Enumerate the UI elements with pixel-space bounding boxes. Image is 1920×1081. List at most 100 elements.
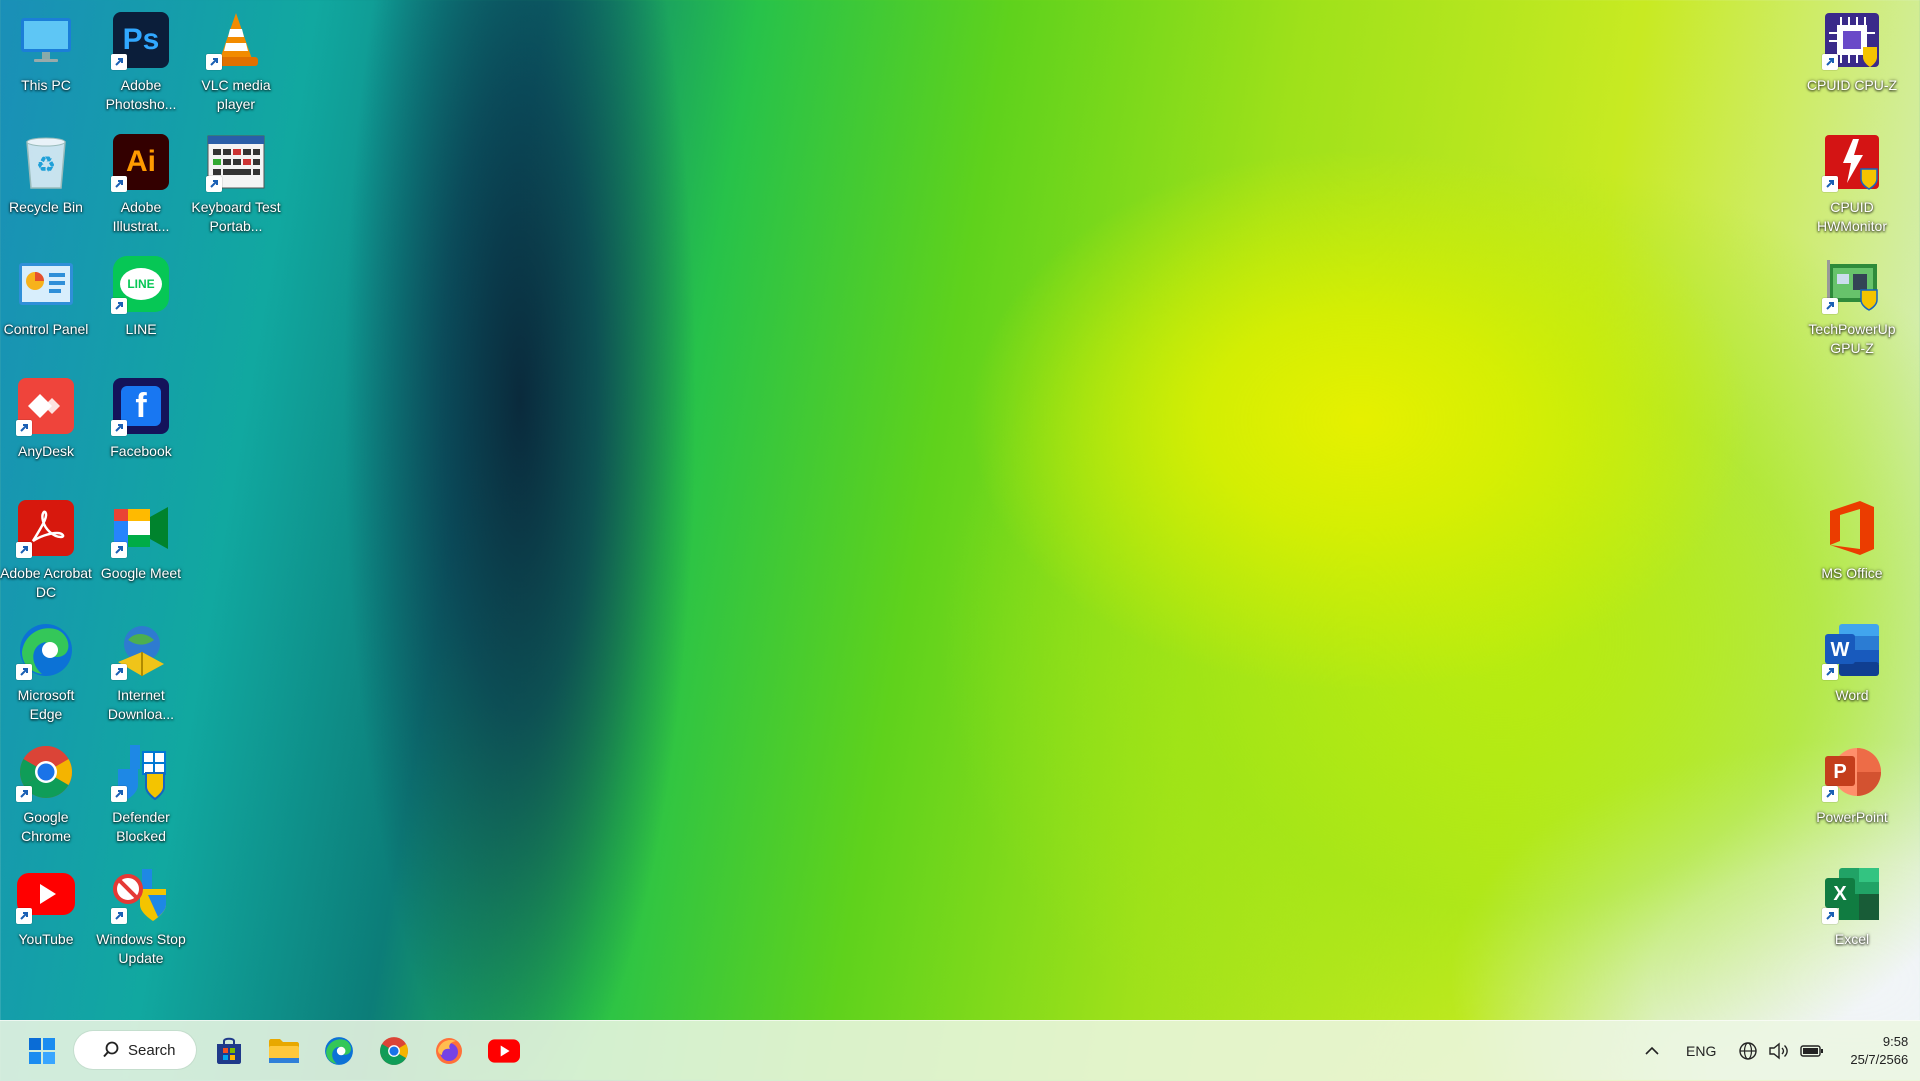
desktop-icon-label: PowerPoint: [1816, 809, 1888, 825]
desktop-icon-techpowerup-gpu-z[interactable]: TechPowerUp GPU-Z: [1806, 250, 1898, 366]
youtube-icon: [16, 864, 76, 924]
start-icon: [29, 1038, 55, 1064]
store-icon: [217, 1037, 241, 1064]
desktop-icon-label: Control Panel: [3, 321, 89, 337]
gpuz-icon: [1822, 254, 1882, 314]
start-button[interactable]: [20, 1029, 64, 1073]
photoshop-icon: Ps: [111, 10, 171, 70]
svg-text:♻: ♻: [36, 152, 56, 177]
taskbar-microsoft-store[interactable]: [207, 1029, 251, 1073]
desktop-icon-label: CPUID HWMonitor: [1816, 199, 1887, 234]
anydesk-icon: [16, 376, 76, 436]
shortcut-arrow-icon: [1822, 54, 1838, 70]
taskbar-search[interactable]: Search: [74, 1031, 196, 1069]
desktop-icon-powerpoint[interactable]: P PowerPoint: [1806, 738, 1898, 854]
shortcut-arrow-icon: [16, 542, 32, 558]
ms-office-icon: [1822, 498, 1882, 558]
shortcut-arrow-icon: [111, 298, 127, 314]
clock-time: 9:58: [1882, 1034, 1909, 1049]
desktop-icon-google-chrome[interactable]: Google Chrome: [0, 738, 92, 854]
svg-text:P: P: [1833, 761, 1846, 783]
desktop-icon-label: Internet Downloa...: [107, 687, 175, 722]
desktop-icon-label: AnyDesk: [17, 443, 75, 459]
defender-icon: [111, 742, 171, 802]
desktop-icon-acrobat[interactable]: Adobe Acrobat DC: [0, 494, 92, 610]
shortcut-arrow-icon: [16, 908, 32, 924]
desktop-icon-google-meet[interactable]: Google Meet: [95, 494, 187, 610]
excel-icon: X: [1822, 864, 1882, 924]
input-language[interactable]: ENG: [1686, 1043, 1716, 1059]
taskbar-youtube[interactable]: [482, 1029, 526, 1073]
firefox-icon: [436, 1038, 462, 1064]
desktop-icon-label: Keyboard Test Portab...: [191, 199, 281, 234]
desktop-icon-label: Google Meet: [100, 565, 182, 581]
taskbar-chrome[interactable]: [372, 1029, 416, 1073]
desktop-icon-youtube[interactable]: YouTube: [0, 860, 92, 976]
shortcut-arrow-icon: [1822, 664, 1838, 680]
shortcut-arrow-icon: [1822, 176, 1838, 192]
idm-icon: [111, 620, 171, 680]
chrome-icon: [16, 742, 76, 802]
taskbar-edge[interactable]: [317, 1029, 361, 1073]
desktop-icon-internet-download-manager[interactable]: Internet Downloa...: [95, 616, 187, 732]
word-icon: W: [1822, 620, 1882, 680]
shortcut-arrow-icon: [111, 664, 127, 680]
desktop-icon-word[interactable]: W Word: [1806, 616, 1898, 732]
clock[interactable]: 9:58 25/7/2566: [1850, 1033, 1908, 1069]
desktop-icon-label: Google Chrome: [21, 809, 71, 844]
shortcut-arrow-icon: [206, 176, 222, 192]
desktop-icon-label: MS Office: [1821, 565, 1883, 581]
show-hidden-icons-button[interactable]: [1638, 1031, 1666, 1071]
desktop-icon-label: YouTube: [18, 931, 74, 947]
desktop-icon-keyboard-test[interactable]: Keyboard Test Portab...: [190, 128, 282, 244]
desktop-icon-facebook[interactable]: f Facebook: [95, 372, 187, 488]
powerpoint-icon: P: [1822, 742, 1882, 802]
desktop-icon-microsoft-edge[interactable]: Microsoft Edge: [0, 616, 92, 732]
google-meet-icon: [111, 498, 171, 558]
desktop-icon-label: Windows Stop Update: [96, 931, 186, 966]
acrobat-icon: [16, 498, 76, 558]
battery-button[interactable]: [1800, 1044, 1824, 1058]
desktop-icon-cpuid-cpu-z[interactable]: CPUID CPU-Z: [1806, 6, 1898, 122]
hwmonitor-icon: [1822, 132, 1882, 192]
volume-button[interactable]: [1768, 1041, 1790, 1061]
desktop-icon-defender-blocked[interactable]: Defender Blocked: [95, 738, 187, 854]
desktop-icon-illustrator[interactable]: Ai Adobe Illustrat...: [95, 128, 187, 244]
desktop-icon-ms-office[interactable]: MS Office: [1806, 494, 1898, 610]
desktop-icon-anydesk[interactable]: AnyDesk: [0, 372, 92, 488]
svg-text:X: X: [1833, 883, 1847, 905]
desktop-icon-photoshop[interactable]: Ps Adobe Photosho...: [95, 6, 187, 122]
desktop-icon-control-panel[interactable]: Control Panel: [0, 250, 92, 366]
desktop-icon-line[interactable]: LINE LINE: [95, 250, 187, 366]
desktop-icon-recycle-bin[interactable]: ♻ Recycle Bin: [0, 128, 92, 244]
this-pc-icon: [16, 10, 76, 70]
clock-date: 25/7/2566: [1850, 1052, 1909, 1067]
battery-icon: [1800, 1045, 1824, 1057]
shortcut-arrow-icon: [16, 420, 32, 436]
svg-text:W: W: [1831, 639, 1850, 661]
chevron-up-icon: [1645, 1046, 1659, 1055]
desktop-icon-label: VLC media player: [201, 77, 271, 112]
taskbar-firefox[interactable]: [427, 1029, 471, 1073]
desktop-icon-label: CPUID CPU-Z: [1806, 77, 1898, 93]
desktop-icon-excel[interactable]: X Excel: [1806, 860, 1898, 976]
line-icon: LINE: [111, 254, 171, 314]
recycle-bin-icon: ♻: [16, 132, 76, 192]
shortcut-arrow-icon: [206, 54, 222, 70]
search-icon: [103, 1041, 119, 1058]
shortcut-arrow-icon: [1822, 908, 1838, 924]
desktop-icon-label: LINE: [125, 321, 157, 337]
desktop-icon-this-pc[interactable]: This PC: [0, 6, 92, 122]
desktop-icon-vlc[interactable]: VLC media player: [190, 6, 282, 122]
network-button[interactable]: [1738, 1041, 1758, 1061]
desktop-icon-cpuid-hwmonitor[interactable]: CPUID HWMonitor: [1806, 128, 1898, 244]
taskbar-file-explorer[interactable]: [262, 1029, 306, 1073]
windows-stop-update-icon: [111, 864, 171, 924]
desktop-icon-label: Adobe Photosho...: [105, 77, 177, 112]
desktop-icon-windows-stop-update[interactable]: Windows Stop Update: [95, 860, 187, 976]
globe-icon: [1739, 1042, 1758, 1060]
edge-icon: [325, 1037, 353, 1065]
vlc-icon: [206, 10, 266, 70]
desktop-icon-label: Defender Blocked: [112, 809, 170, 844]
shortcut-arrow-icon: [111, 420, 127, 436]
